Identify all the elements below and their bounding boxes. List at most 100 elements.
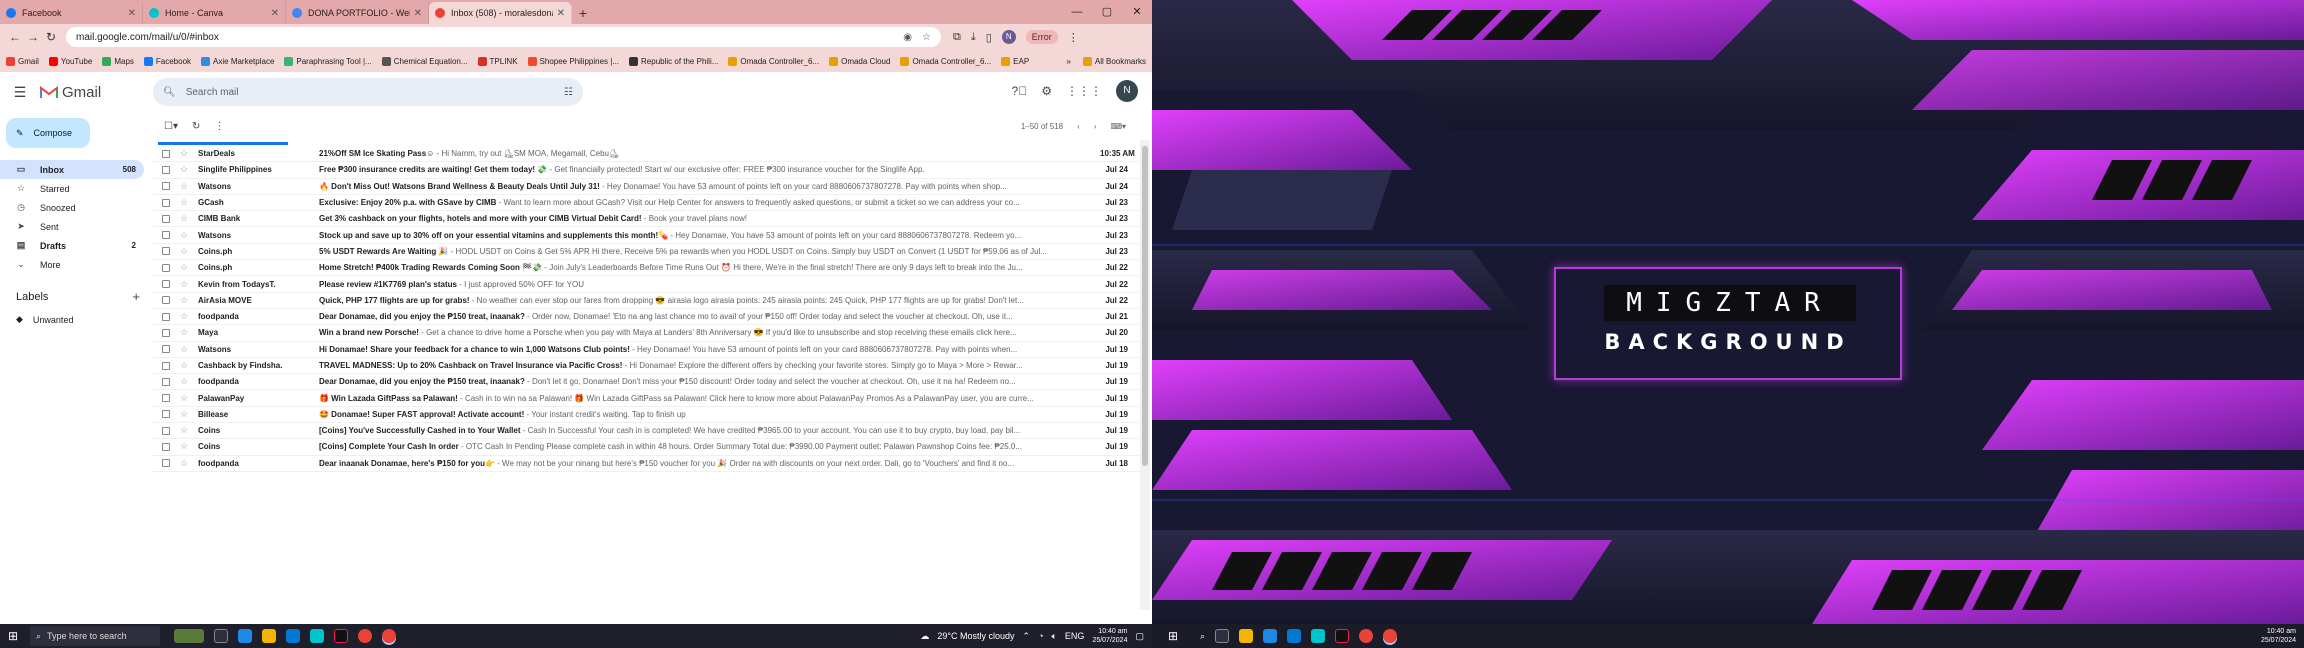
email-row[interactable]: ☆ Coins [Coins] You've Successfully Cashed…	[152, 423, 1140, 440]
account-avatar[interactable]: N	[1116, 80, 1138, 102]
apps-grid-icon[interactable]: ⋮⋮⋮	[1066, 84, 1102, 98]
tiktok-icon[interactable]	[1335, 629, 1350, 643]
email-row[interactable]: ☆ Watsons Stock up and save up to 30% off …	[152, 227, 1140, 244]
close-icon[interactable]: ✕	[128, 8, 136, 19]
mail-icon[interactable]	[1287, 629, 1302, 643]
prev-page-icon[interactable]: ‹	[1077, 122, 1080, 131]
list-scrollbar[interactable]	[1140, 140, 1150, 610]
view-icon[interactable]: ◉	[903, 32, 912, 43]
star-icon[interactable]: ☆	[180, 441, 190, 452]
taskbar-search[interactable]: ⌕ Type here to search	[30, 626, 160, 646]
star-icon[interactable]: ☆	[180, 295, 190, 306]
star-icon[interactable]: ☆	[180, 409, 190, 420]
chrome-icon[interactable]	[1359, 629, 1374, 643]
new-tab-button[interactable]: +	[572, 2, 594, 24]
row-checkbox[interactable]	[162, 231, 170, 240]
minimize-button[interactable]: —	[1062, 0, 1092, 24]
chrome-icon[interactable]	[358, 629, 372, 643]
star-icon[interactable]: ☆	[180, 197, 190, 208]
close-icon[interactable]: ✕	[271, 8, 279, 19]
star-icon[interactable]: ☆	[180, 344, 190, 355]
mail-icon[interactable]	[286, 629, 300, 643]
star-icon[interactable]: ☆	[180, 425, 190, 436]
task-view-icon[interactable]	[214, 629, 228, 643]
edge-icon[interactable]	[238, 629, 252, 643]
star-icon[interactable]: ☆	[180, 148, 190, 159]
search-icon[interactable]: 🔍︎	[163, 87, 176, 98]
row-checkbox[interactable]	[162, 361, 170, 370]
menu-icon[interactable]: ⋮	[1068, 31, 1079, 44]
task-view-icon[interactable]	[1215, 629, 1230, 643]
chrome-active-icon[interactable]	[1383, 629, 1398, 643]
row-checkbox[interactable]	[162, 426, 170, 435]
reload-button[interactable]: ↻	[42, 30, 60, 44]
refresh-icon[interactable]: ↻	[192, 121, 200, 132]
bookmark-paraphrasing[interactable]: Paraphrasing Tool |...	[284, 56, 372, 66]
select-all-checkbox[interactable]: ☐▾	[164, 121, 178, 132]
sidepanel-icon[interactable]: ▯	[986, 31, 992, 44]
nav-item-sent[interactable]: ➤ Sent	[0, 217, 144, 236]
next-page-icon[interactable]: ›	[1094, 122, 1097, 131]
windows-start-icon[interactable]: ⊞	[1160, 629, 1186, 643]
help-icon[interactable]: ?⃝	[1012, 84, 1028, 98]
nav-item-snoozed[interactable]: ◷ Snoozed	[0, 198, 144, 217]
row-checkbox[interactable]	[162, 296, 170, 305]
star-icon[interactable]: ☆	[180, 327, 190, 338]
search-icon[interactable]: ⌕	[1200, 631, 1205, 642]
clock[interactable]: 10:40 am 25/07/2024	[2261, 627, 2296, 645]
scrollbar-thumb[interactable]	[1142, 146, 1148, 466]
email-row[interactable]: ☆ CIMB Bank Get 3% cashback on your flight…	[152, 211, 1140, 228]
star-icon[interactable]: ☆	[180, 230, 190, 241]
close-window-button[interactable]: ✕	[1122, 0, 1152, 24]
url-field[interactable]: mail.google.com/mail/u/0/#inbox ◉ ☆	[66, 27, 941, 47]
edge-icon[interactable]	[1263, 629, 1278, 643]
email-row[interactable]: ☆ foodpanda Dear Donamae, did you enjoy th…	[152, 309, 1140, 326]
row-checkbox[interactable]	[162, 263, 170, 272]
row-checkbox[interactable]	[162, 442, 170, 451]
nav-item-drafts[interactable]: ▤ Drafts 2	[0, 236, 144, 255]
bookmark-axie[interactable]: Axie Marketplace	[201, 56, 274, 66]
add-label-button[interactable]: +	[132, 289, 140, 304]
row-checkbox[interactable]	[162, 345, 170, 354]
browser-tab-gmail[interactable]: Inbox (508) - moralesdonamae... ✕	[429, 2, 572, 24]
email-row[interactable]: ☆ StarDeals 21%Off SM Ice Skating Pass☺ - …	[152, 146, 1140, 163]
settings-gear-icon[interactable]: ⚙	[1041, 84, 1052, 98]
browser-tab-canva[interactable]: Home - Canva ✕	[143, 2, 286, 24]
bookmark-shopee[interactable]: Shopee Philippines |...	[527, 56, 619, 66]
volume-icon[interactable]: 🔈︎	[1052, 631, 1057, 642]
browser-tab-facebook[interactable]: Facebook ✕	[0, 2, 143, 24]
tray-overflow-icon[interactable]: ⌃	[1023, 631, 1031, 642]
row-checkbox[interactable]	[162, 214, 170, 223]
row-checkbox[interactable]	[162, 410, 170, 419]
row-checkbox[interactable]	[162, 182, 170, 191]
chrome-active-icon[interactable]	[382, 629, 396, 643]
file-explorer-icon[interactable]	[262, 629, 276, 643]
close-icon[interactable]: ✕	[414, 8, 422, 19]
nav-item-inbox[interactable]: ▭ Inbox 508	[0, 160, 144, 179]
star-icon[interactable]: ☆	[180, 393, 190, 404]
row-checkbox[interactable]	[162, 198, 170, 207]
email-row[interactable]: ☆ Cashback by Findsha. TRAVEL MADNESS: Up …	[152, 358, 1140, 375]
tiktok-icon[interactable]	[334, 629, 348, 643]
maximize-button[interactable]: ▢	[1092, 0, 1122, 24]
star-icon[interactable]: ☆	[180, 458, 190, 469]
download-icon[interactable]: ⤓	[971, 31, 976, 44]
email-row[interactable]: ☆ Watsons Hi Donamae! Share your feedback …	[152, 342, 1140, 358]
star-icon[interactable]: ☆	[180, 246, 190, 257]
input-tools-icon[interactable]: ⌨▾	[1110, 122, 1126, 131]
email-row[interactable]: ☆ Billease 🤩 Donamae! Super FAST approval!…	[152, 407, 1140, 424]
file-explorer-icon[interactable]	[1239, 629, 1254, 643]
row-checkbox[interactable]	[162, 328, 170, 337]
widget-image-icon[interactable]	[174, 629, 204, 643]
row-checkbox[interactable]	[162, 459, 170, 468]
email-row[interactable]: ☆ PalawanPay 🎁 Win Lazada GiftPass sa Pala…	[152, 390, 1140, 407]
bookmark-omada-cloud[interactable]: Omada Cloud	[829, 56, 890, 66]
bookmark-omada-2[interactable]: Omada Controller_6...	[900, 56, 991, 66]
star-icon[interactable]: ☆	[180, 311, 190, 322]
bookmark-omada-1[interactable]: Omada Controller_6...	[728, 56, 819, 66]
bookmark-star-icon[interactable]: ☆	[922, 32, 931, 43]
row-checkbox[interactable]	[162, 312, 170, 321]
bookmark-facebook[interactable]: Facebook	[143, 56, 191, 66]
row-checkbox[interactable]	[162, 165, 170, 174]
more-actions-icon[interactable]: ⋮	[214, 121, 224, 132]
